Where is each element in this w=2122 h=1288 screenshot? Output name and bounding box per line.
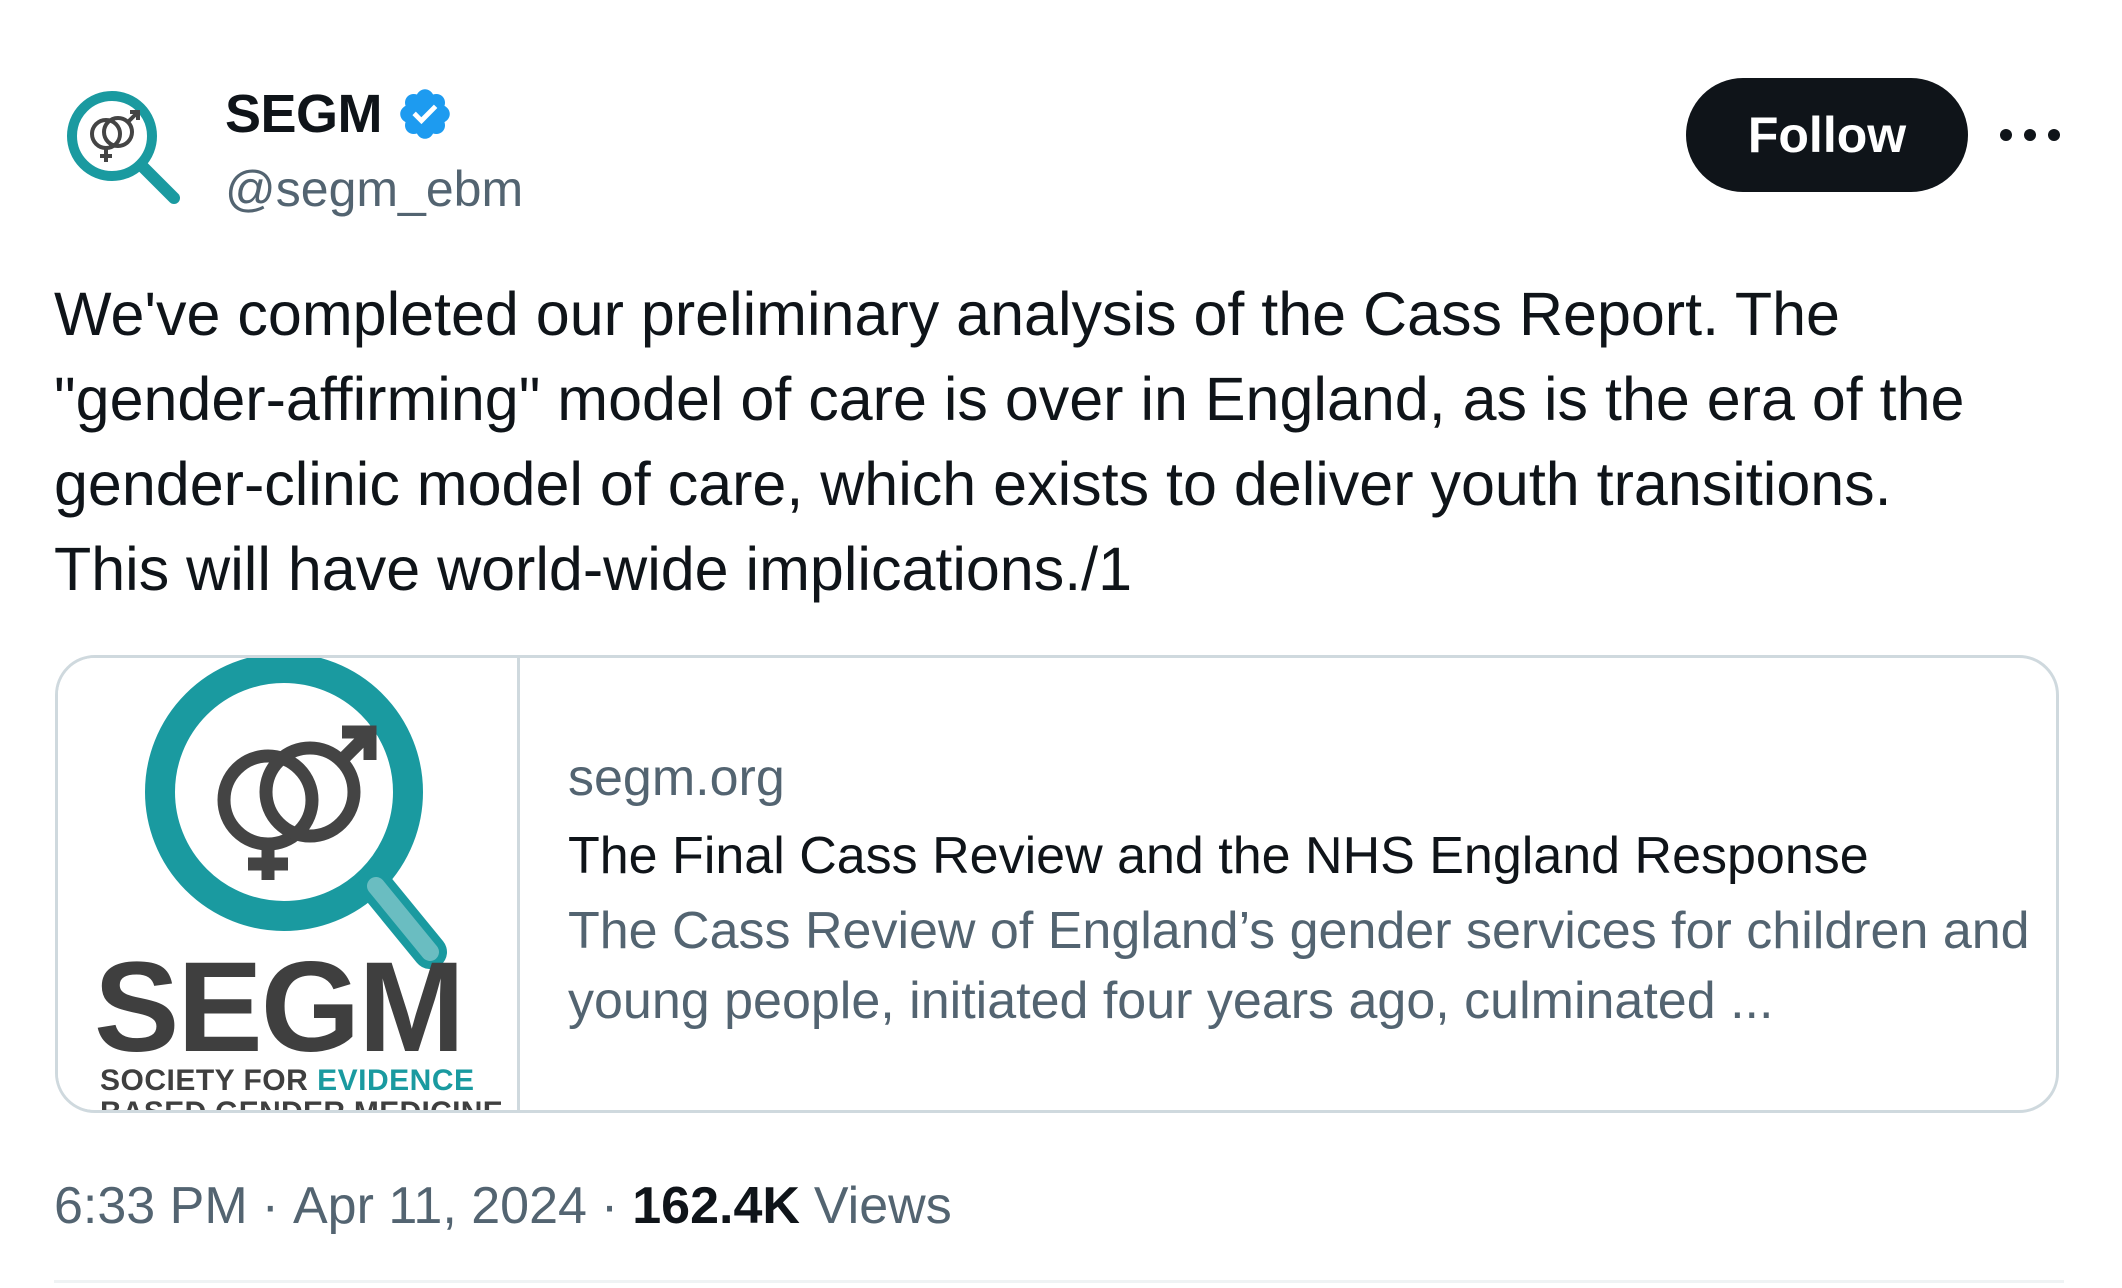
logo-wordmark: SEGM xyxy=(94,936,465,1079)
tweet-time[interactable]: 6:33 PM xyxy=(54,1176,248,1236)
card-domain: segm.org xyxy=(568,749,785,807)
link-preview-card[interactable]: SEGM SOCIETY FOR EVIDENCE BASED GENDER M… xyxy=(55,655,2059,1113)
divider xyxy=(54,1280,2064,1283)
tweet-text: We've completed our preliminary analysis… xyxy=(54,280,1965,603)
author-name-row[interactable]: SEGM xyxy=(225,82,454,146)
tweet-date[interactable]: Apr 11, 2024 xyxy=(293,1176,587,1236)
magnifier-gender-symbols-icon xyxy=(67,91,180,204)
logo-tagline-line2: BASED GENDER MEDICINE xyxy=(100,1096,504,1113)
card-thumbnail[interactable]: SEGM SOCIETY FOR EVIDENCE BASED GENDER M… xyxy=(58,658,520,1110)
author-handle[interactable]: @segm_ebm xyxy=(225,160,523,218)
display-name[interactable]: SEGM xyxy=(225,83,383,145)
card-title: The Final Cass Review and the NHS Englan… xyxy=(568,827,1869,885)
tweet-meta: 6:33 PM · Apr 11, 2024 · 162.4K Views xyxy=(54,1176,952,1236)
logo-tagline-part1: SOCIETY FOR xyxy=(100,1064,318,1097)
more-options-button[interactable] xyxy=(2000,110,2060,160)
card-description: The Cass Review of England’s gender serv… xyxy=(568,902,2030,1030)
avatar[interactable] xyxy=(58,82,186,210)
follow-button[interactable]: Follow xyxy=(1686,78,1968,192)
views-count: 162.4K xyxy=(632,1177,800,1235)
meta-separator: · xyxy=(261,1177,279,1235)
verified-badge-icon xyxy=(400,89,450,139)
logo-tagline-line1: SOCIETY FOR EVIDENCE xyxy=(100,1064,475,1098)
card-body[interactable]: segm.org The Final Cass Review and the N… xyxy=(520,658,2048,1110)
more-horizontal-icon xyxy=(2000,129,2012,141)
views-label: Views xyxy=(813,1177,952,1235)
logo-tagline-accent: EVIDENCE xyxy=(317,1064,475,1097)
meta-separator: · xyxy=(600,1177,619,1235)
more-dot xyxy=(2024,129,2036,141)
tweet: SEGM @segm_ebm Follow We've completed ou… xyxy=(0,0,2122,1288)
more-dot xyxy=(2048,129,2060,141)
